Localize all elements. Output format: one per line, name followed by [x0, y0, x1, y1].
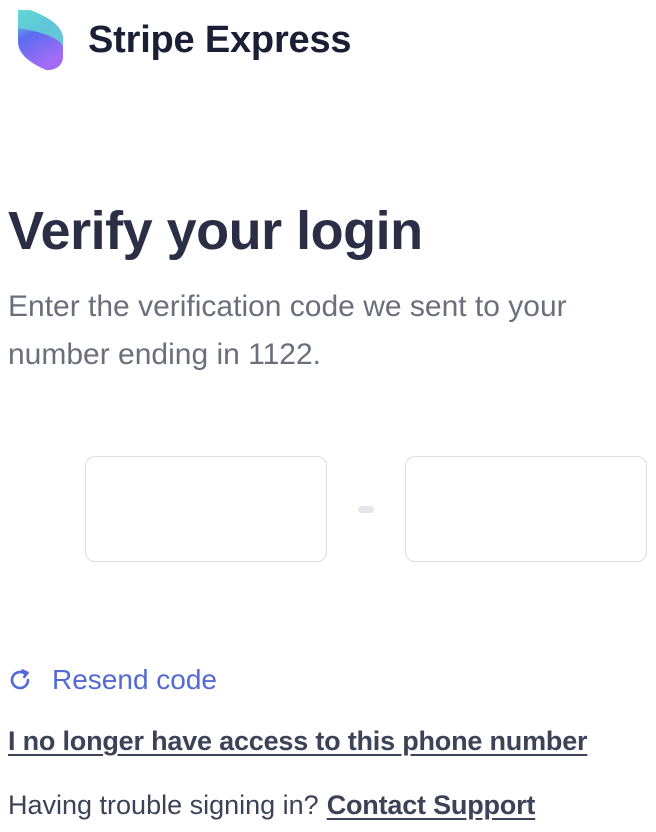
- resend-code-label: Resend code: [52, 664, 218, 695]
- resend-code-button[interactable]: Resend code: [8, 660, 217, 700]
- code-digit-1[interactable]: [86, 457, 326, 561]
- code-digit-4[interactable]: [406, 457, 646, 561]
- trouble-text: Having trouble signing in?: [8, 790, 319, 820]
- page-subtitle: Enter the verification code we sent to y…: [8, 290, 567, 371]
- verify-login-page: Stripe Express Verify your login Enter t…: [0, 0, 656, 832]
- refresh-icon: [10, 669, 30, 690]
- no-phone-access-link[interactable]: I no longer have access to this phone nu…: [8, 726, 588, 757]
- contact-support-link[interactable]: Contact Support: [327, 790, 536, 820]
- brand-header: Stripe Express: [16, 8, 352, 72]
- stripe-express-logo-icon: [18, 10, 63, 70]
- code-group-first: [85, 456, 327, 562]
- trouble-signing-in: Having trouble signing in? Contact Suppor…: [8, 790, 535, 821]
- brand-name: Stripe Express: [88, 18, 352, 61]
- page-title: Verify your login: [8, 201, 423, 261]
- code-separator: [358, 506, 374, 513]
- code-group-second: [405, 456, 647, 562]
